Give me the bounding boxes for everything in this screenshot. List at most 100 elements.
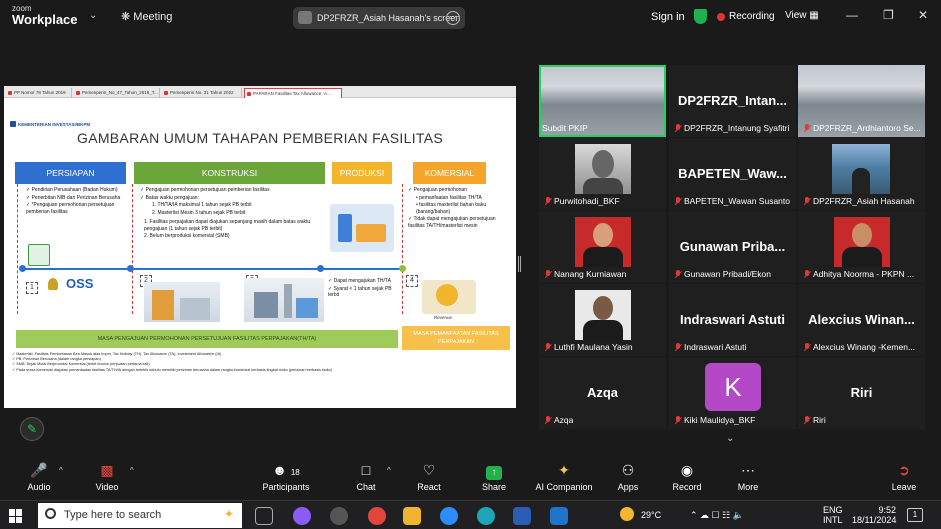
list-item: 2. Masterlist Mesin 3 tahun sejak PB ter…: [152, 209, 246, 216]
video-tile[interactable]: Purwitohadi_BKF: [539, 138, 666, 210]
sign-in-link[interactable]: Sign in: [651, 11, 685, 23]
video-tile[interactable]: Nanang Kurniawan: [539, 211, 666, 283]
taskbar-search[interactable]: Type here to search ✦: [38, 503, 242, 528]
chevron-down-icon[interactable]: ⌄: [726, 433, 734, 444]
chevron-down-icon[interactable]: ⌄: [89, 10, 97, 21]
komersial-list: ✓ Pengajuan permohonan • pemanfaatan fas…: [408, 187, 500, 230]
security-shield-icon[interactable]: [694, 9, 707, 24]
video-tile[interactable]: DP2FRZR_Intan... DP2FRZR_Intanung Syafit…: [669, 65, 796, 137]
video-tile[interactable]: Alexcius Winan... Alexcius Winang -Kemen…: [798, 284, 925, 356]
produksi-list: ✓ Dapat mengajukan TH/TA ✓ Syarat < 1 ta…: [328, 278, 398, 300]
dell-icon[interactable]: [330, 507, 348, 525]
pdf-tab[interactable]: PP Nomor 78 Tahun 2019: [6, 88, 72, 98]
apps-button[interactable]: ⚇ Apps: [612, 462, 644, 492]
list-item: 1. Fasilitas perpajakan dapat diajukan s…: [144, 219, 311, 232]
step-number: 4: [406, 275, 418, 287]
slide-title: GAMBARAN UMUM TAHAPAN PEMBERIAN FASILITA…: [77, 130, 443, 146]
factory-illustration: [244, 278, 324, 322]
video-tile[interactable]: BAPETEN_Waw... BAPETEN_Wawan Susanto: [669, 138, 796, 210]
word-icon[interactable]: [513, 507, 531, 525]
react-button[interactable]: ♡ React: [411, 462, 447, 492]
leave-button[interactable]: ➲ Leave: [888, 462, 920, 492]
audio-options-caret[interactable]: ^: [59, 466, 63, 475]
participant-display-name: Indraswari Astuti: [680, 312, 785, 327]
pdf-tab[interactable]: Pemenperin No. 31 Tahun 2022: [162, 88, 242, 98]
footnotes: ✓ Masterlist: Fasilitas Pembebasan Bea M…: [12, 352, 508, 373]
participants-button[interactable]: ☻ 18 Participants: [258, 462, 314, 492]
participant-caption: Adhitya Noorma - PKPN ...: [801, 269, 914, 281]
audio-button[interactable]: 🎤 Audio: [20, 462, 58, 492]
windows-start-icon[interactable]: [9, 509, 23, 523]
system-tray-icons[interactable]: ⌃ ☁ ☐ ☷ 🔈: [690, 510, 744, 520]
pdf-tab-active[interactable]: PAPARAN Fasilitas Tax Allowance -A...: [244, 88, 342, 98]
view-button[interactable]: View ▦: [785, 10, 819, 21]
copilot-icon[interactable]: [293, 507, 311, 525]
weather-icon[interactable]: [620, 507, 634, 521]
divider: [402, 184, 403, 314]
minimize-icon[interactable]: —: [846, 8, 858, 22]
zoom-icon[interactable]: [440, 507, 458, 525]
record-button[interactable]: ◉ Record: [669, 462, 705, 492]
mic-muted-icon: [803, 416, 811, 425]
participant-caption: Nanang Kurniawan: [542, 269, 626, 281]
clock[interactable]: 9:52 18/11/2024: [852, 505, 896, 525]
meeting-toolbar: 🎤 Audio ^ ▩ Video ^ ☻ 18 Participants □ Chat…: [0, 458, 941, 500]
video-tile[interactable]: Subdit PKIP: [539, 65, 666, 137]
profile-photo: [575, 290, 631, 340]
task-view-icon[interactable]: [255, 507, 273, 525]
timeline-node: [399, 265, 406, 272]
close-icon[interactable]: ✕: [918, 8, 928, 22]
paw-icon: ❋: [121, 11, 131, 23]
video-tile[interactable]: Indraswari Astuti Indraswari Astuti: [669, 284, 796, 356]
grid-icon: ▦: [809, 10, 819, 21]
edge-icon[interactable]: [477, 507, 495, 525]
video-tile[interactable]: Gunawan Priba... Gunawan Pribadi/Ekon: [669, 211, 796, 283]
participant-caption: DP2FRZR_Intanung Syafitri: [672, 123, 789, 135]
profile-photo: [834, 217, 890, 267]
file-explorer-icon[interactable]: [403, 507, 421, 525]
participant-caption: Azqa: [542, 415, 573, 427]
video-tile[interactable]: DP2FRZR_Ardhiantoro Se...: [798, 65, 925, 137]
chat-button[interactable]: □ Chat: [348, 462, 384, 492]
garuda-emblem-icon: [48, 278, 58, 290]
notification-icon[interactable]: 1: [907, 508, 923, 522]
more-button[interactable]: ⋯ More: [732, 462, 764, 492]
video-button[interactable]: ▩ Video: [88, 462, 126, 492]
phase-persiapan: PERSIAPAN: [15, 162, 126, 184]
share-indicator[interactable]: DP2FRZR_Asiah Hasanah's screen ⋯: [293, 7, 465, 29]
video-tile[interactable]: DP2FRZR_Asiah Hasanah: [798, 138, 925, 210]
timeline-node: [317, 265, 324, 272]
restore-icon[interactable]: ❐: [883, 8, 894, 22]
revenue-label: Revenue: [434, 315, 453, 320]
list-item: ✓ Pengajuan permohonan persetujuan pembe…: [140, 187, 270, 193]
mic-muted-icon: 🎤: [30, 462, 48, 478]
meeting-menu[interactable]: ❋ Meeting: [121, 10, 172, 23]
outlook-icon[interactable]: [550, 507, 568, 525]
video-tile[interactable]: Luthfi Maulana Yasin: [539, 284, 666, 356]
construction-illustration: [144, 282, 220, 322]
konstruksi-list: ✓ Pengajuan permohonan persetujuan pembe…: [140, 187, 328, 241]
temperature[interactable]: 29°C: [641, 510, 661, 520]
mic-muted-icon: [544, 416, 552, 425]
participant-caption: DP2FRZR_Asiah Hasanah: [801, 196, 915, 208]
more-options-icon[interactable]: ⋯: [446, 11, 460, 25]
ai-companion-button[interactable]: ✦ AI Companion: [532, 462, 596, 492]
phase-komersial: KOMERSIAL: [413, 162, 486, 184]
video-tile[interactable]: Adhitya Noorma - PKPN ...: [798, 211, 925, 283]
recording-status[interactable]: Recording: [729, 11, 775, 22]
annotate-pencil-icon[interactable]: ✎: [20, 417, 44, 441]
timeline: [22, 268, 404, 270]
utilization-period-band: MASA PEMANFAATAN FASILITAS PERPAJAKAN: [402, 326, 510, 350]
video-options-caret[interactable]: ^: [130, 466, 134, 475]
chat-options-caret[interactable]: ^: [387, 466, 391, 475]
pdf-tab[interactable]: Pemenperin_No_47_Tahun_2019_T...: [74, 88, 160, 98]
video-tile[interactable]: Azqa Azqa: [539, 357, 666, 429]
video-tile[interactable]: Riri Riri: [798, 357, 925, 429]
splitter-handle[interactable]: [518, 256, 521, 272]
language-indicator[interactable]: ENG INTL: [823, 505, 843, 525]
share-button[interactable]: ↑ Share: [476, 462, 512, 492]
video-tile[interactable]: K Kiki Maulidya_BKF: [669, 357, 796, 429]
shared-screen: PP Nomor 78 Tahun 2019 Pemenperin_No_47_…: [4, 86, 516, 408]
chrome-icon[interactable]: [368, 507, 386, 525]
footnote: ✓ Pada masa komersial diajukan pemanfaat…: [12, 367, 333, 372]
